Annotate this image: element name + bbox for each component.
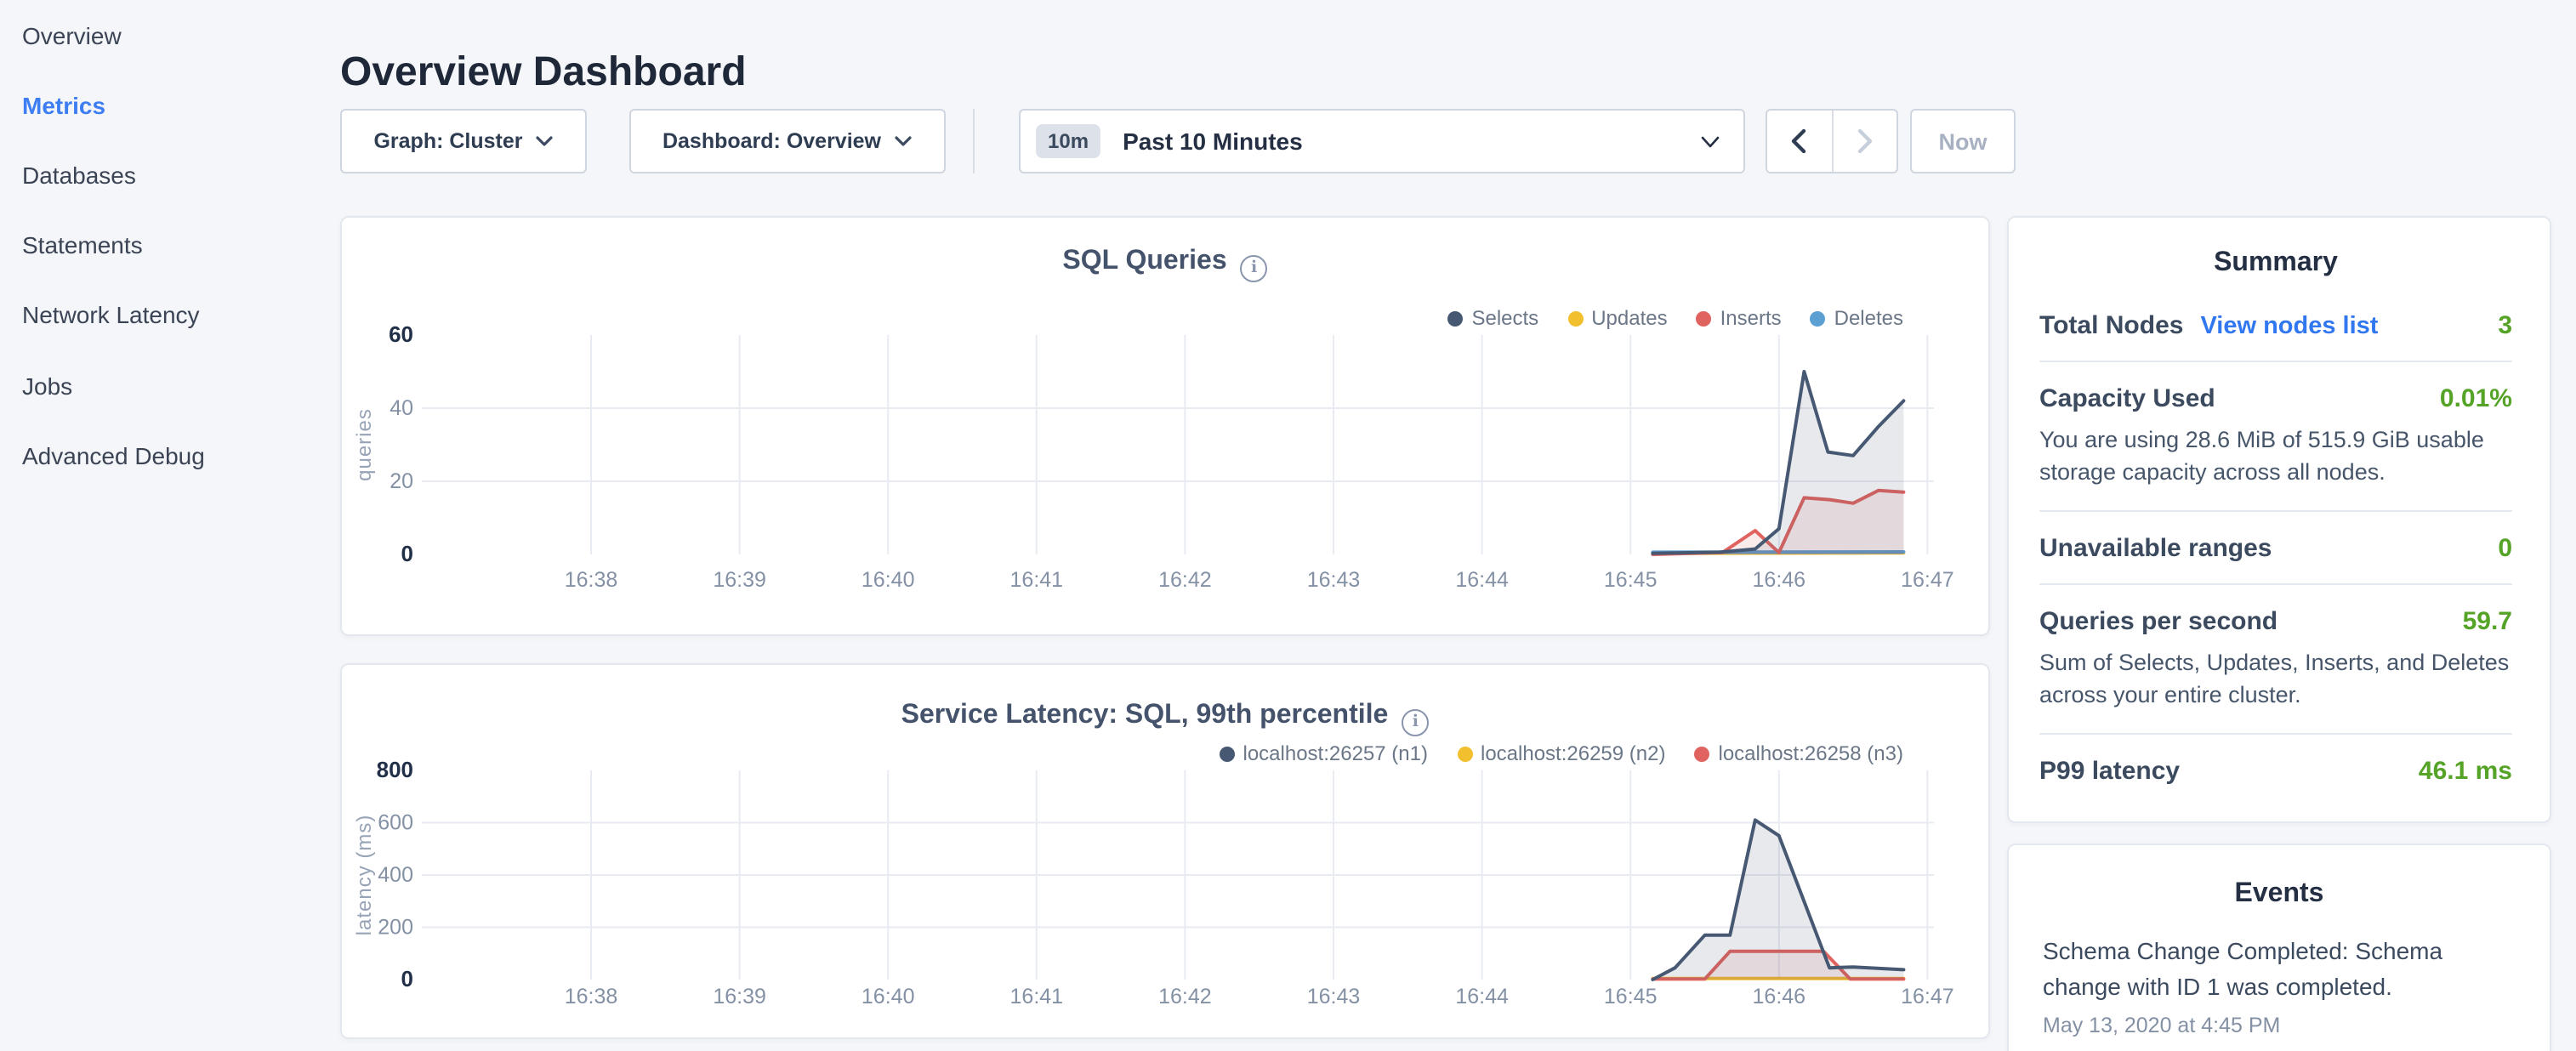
x-axis-tick-label: 16:42 [1158, 568, 1212, 592]
sql-queries-chart-card: SQL Queriesi SelectsUpdatesInsertsDelete… [340, 216, 1990, 636]
sidebar-nav: OverviewMetricsDatabasesStatementsNetwor… [0, 0, 323, 1051]
summary-row-value: 0 [2498, 534, 2512, 563]
summary-row-label: Total Nodes [2039, 311, 2183, 340]
y-axis-tick-label: 0 [401, 966, 413, 991]
next-time-button[interactable] [1831, 111, 1896, 172]
now-button-label: Now [1939, 128, 1987, 154]
y-axis-tick-label: 60 [389, 321, 413, 347]
chevron-down-icon [537, 136, 554, 146]
sidebar-item-overview[interactable]: Overview [0, 0, 323, 70]
y-axis-tick-label: 800 [377, 757, 413, 782]
x-axis-tick-label: 16:40 [862, 985, 915, 1008]
service-latency-plot: 0 200 400 600 800 16:38 16:39 16:40 16:41 16:42 16… [342, 665, 1992, 1041]
x-axis-tick-label: 16:45 [1604, 985, 1658, 1008]
x-axis-tick-label: 16:40 [862, 568, 915, 592]
summary-row-header: P99 latency 46.1 ms [2039, 756, 2512, 785]
x-axis-tick-label: 16:46 [1753, 985, 1806, 1008]
summary-row-header: Total Nodes View nodes list 3 [2039, 311, 2512, 340]
events-title: Events [2043, 879, 2516, 910]
summary-row-value: 46.1 ms [2419, 756, 2512, 785]
y-axis-tick-label: 600 [378, 811, 413, 835]
dashboard-dropdown[interactable]: Dashboard: Overview [629, 109, 945, 173]
chevron-left-icon [1792, 129, 1807, 153]
summary-row-label: Unavailable ranges [2039, 534, 2272, 563]
x-axis-tick-label: 16:47 [1901, 985, 1954, 1008]
sidebar-item-metrics[interactable]: Metrics [0, 70, 323, 139]
y-axis-tick-label: 40 [390, 396, 413, 420]
now-button[interactable]: Now [1910, 109, 2016, 173]
summary-row-description: You are using 28.6 MiB of 515.9 GiB usab… [2039, 425, 2512, 490]
y-axis-tick-label: 200 [378, 916, 413, 940]
sql-queries-plot: 0 20 40 60 16:38 16:39 16:40 16:41 16:42 16:43 16:… [342, 218, 1992, 638]
previous-time-button[interactable] [1767, 111, 1831, 172]
y-axis-tick-label: 400 [378, 863, 413, 887]
sidebar-item-statements[interactable]: Statements [0, 210, 323, 280]
db-console-metrics-page: OverviewMetricsDatabasesStatementsNetwor… [0, 0, 2576, 1051]
x-axis-tick-label: 16:45 [1604, 568, 1658, 592]
y-axis-tick-label: 20 [390, 469, 413, 493]
service-latency-chart-card: Service Latency: SQL, 99th percentilei l… [340, 663, 1990, 1039]
summary-row-label: P99 latency [2039, 756, 2180, 785]
summary-row-value: 59.7 [2463, 607, 2512, 636]
sidebar-item-network-latency[interactable]: Network Latency [0, 281, 323, 350]
time-range-badge: 10m [1036, 124, 1100, 158]
graph-dropdown-label: Graph: Cluster [373, 129, 522, 153]
event-text: Schema Change Completed: Schema change w… [2043, 934, 2516, 1005]
summary-row: Unavailable ranges 0 [2039, 512, 2512, 585]
x-axis-tick-label: 16:43 [1307, 568, 1361, 592]
x-axis-tick-label: 16:39 [713, 568, 766, 592]
summary-row: P99 latency 46.1 ms [2039, 734, 2512, 805]
series-area-localhost-26257-n1- [1652, 820, 1903, 980]
summary-panel: Summary Total Nodes View nodes list 3 Capac… [2007, 216, 2551, 823]
x-axis-tick-label: 16:38 [565, 985, 618, 1008]
y-axis-unit-label: queries [353, 408, 376, 481]
sidebar-item-advanced-debug[interactable]: Advanced Debug [0, 420, 323, 490]
summary-rows: Total Nodes View nodes list 3 Capacity Used… [2039, 289, 2512, 805]
graph-dropdown[interactable]: Graph: Cluster [340, 109, 587, 173]
x-axis-tick-label: 16:42 [1158, 985, 1212, 1008]
summary-row-header: Queries per second 59.7 [2039, 607, 2512, 636]
events-panel: Events Schema Change Completed: Schema c… [2007, 844, 2551, 1051]
dashboard-dropdown-label: Dashboard: Overview [662, 129, 881, 153]
x-axis-tick-label: 16:43 [1307, 985, 1361, 1008]
summary-row: Capacity Used 0.01% You are using 28.6 MiB… [2039, 362, 2512, 512]
summary-row-header: Capacity Used 0.01% [2039, 384, 2512, 413]
chevron-down-icon [1701, 135, 1720, 147]
summary-row-description: Sum of Selects, Updates, Inserts, and De… [2039, 648, 2512, 713]
x-axis-tick-label: 16:39 [713, 985, 766, 1008]
time-range-label: Past 10 Minutes [1123, 128, 1687, 155]
events-list: Schema Change Completed: Schema change w… [2043, 934, 2516, 1037]
time-range-dropdown[interactable]: 10m Past 10 Minutes [1019, 109, 1745, 173]
event-item[interactable]: Schema Change Completed: Schema change w… [2043, 934, 2516, 1037]
summary-row: Total Nodes View nodes list 3 [2039, 289, 2512, 362]
x-axis-tick-label: 16:41 [1010, 985, 1064, 1008]
summary-row-header: Unavailable ranges 0 [2039, 534, 2512, 563]
summary-row-label: Queries per second [2039, 607, 2277, 636]
y-axis-tick-label: 0 [401, 541, 413, 566]
event-timestamp: May 13, 2020 at 4:45 PM [2043, 1014, 2516, 1037]
x-axis-tick-label: 16:44 [1455, 985, 1509, 1008]
sidebar-item-jobs[interactable]: Jobs [0, 350, 323, 420]
x-axis-tick-label: 16:38 [565, 568, 618, 592]
sidebar-item-databases[interactable]: Databases [0, 140, 323, 210]
summary-row-label: Capacity Used [2039, 384, 2215, 413]
summary-title: Summary [2039, 248, 2512, 279]
x-axis-tick-label: 16:46 [1753, 568, 1806, 592]
summary-row: Queries per second 59.7 Sum of Selects, Up… [2039, 585, 2512, 735]
summary-row-value: 0.01% [2440, 384, 2512, 413]
chevron-right-icon [1857, 129, 1873, 153]
y-axis-unit-label: latency (ms) [353, 815, 376, 936]
summary-row-value: 3 [2498, 311, 2512, 340]
chevron-down-icon [895, 136, 912, 146]
controls-divider [973, 109, 975, 173]
x-axis-tick-label: 16:41 [1010, 568, 1064, 592]
x-axis-tick-label: 16:47 [1901, 568, 1954, 592]
x-axis-tick-label: 16:44 [1455, 568, 1509, 592]
time-step-buttons [1766, 109, 1898, 173]
page-title: Overview Dashboard [340, 49, 747, 97]
view-nodes-list-link[interactable]: View nodes list [2200, 313, 2378, 340]
